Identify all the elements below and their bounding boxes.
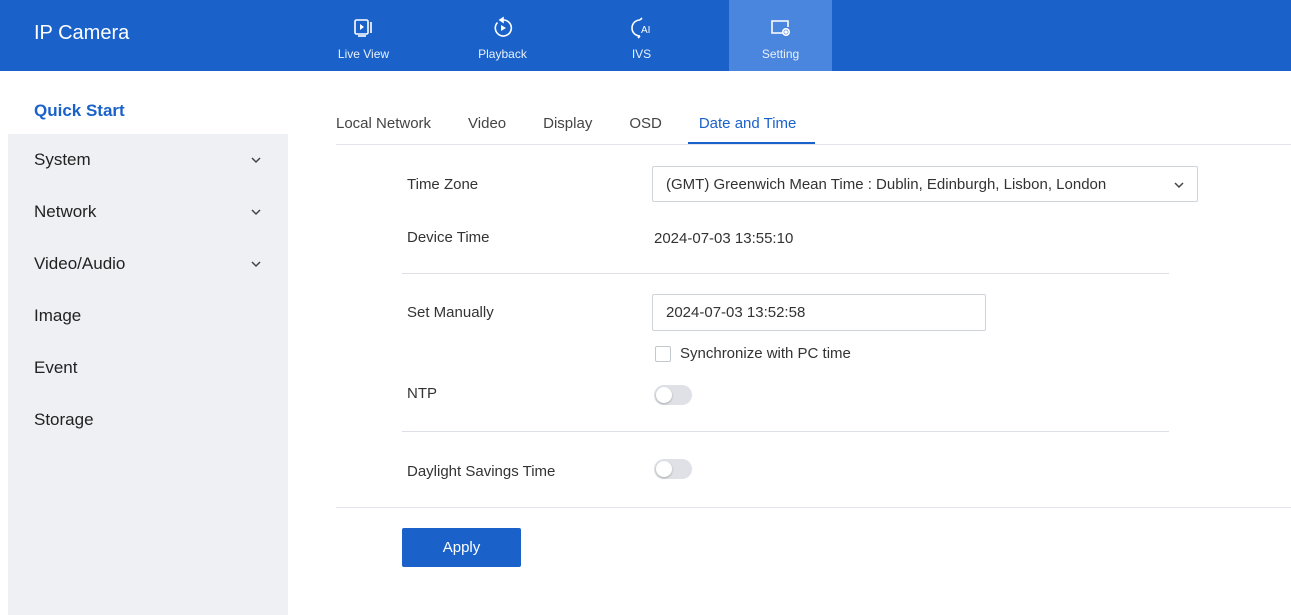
nav-live-view[interactable]: Live View <box>312 0 415 71</box>
settings-tabs: Local Network Video Display OSD Date and… <box>336 110 852 144</box>
svg-text:AI: AI <box>641 25 650 36</box>
chevron-down-icon <box>251 261 261 268</box>
nav-setting-label: Setting <box>761 47 800 61</box>
chevron-down-icon <box>1174 182 1184 189</box>
ntp-toggle[interactable] <box>654 385 692 405</box>
apply-button[interactable]: Apply <box>402 528 521 567</box>
top-nav: Live View Playback AI IVS Setting <box>312 0 868 71</box>
tab-date-and-time[interactable]: Date and Time <box>687 110 816 144</box>
sidebar-item-label: System <box>34 150 91 169</box>
sidebar-item-video-audio[interactable]: Video/Audio <box>8 238 288 290</box>
sidebar-item-label: Event <box>34 358 78 377</box>
chevron-down-icon <box>251 157 261 164</box>
sidebar-item-label: Image <box>34 306 82 325</box>
sidebar: Quick Start System Network Video/Audio I… <box>8 87 288 615</box>
sidebar-item-label: Video/Audio <box>34 254 126 273</box>
tab-divider <box>336 144 1291 145</box>
nav-playback[interactable]: Playback <box>451 0 554 71</box>
sidebar-item-image[interactable]: Image <box>8 290 288 342</box>
app-title: IP Camera <box>34 22 130 44</box>
daylight-savings-toggle[interactable] <box>654 459 692 479</box>
nav-setting[interactable]: Setting <box>729 0 832 71</box>
tab-local-network[interactable]: Local Network <box>336 110 431 144</box>
tab-display[interactable]: Display <box>543 110 592 144</box>
sidebar-item-network[interactable]: Network <box>8 186 288 238</box>
sidebar-item-system[interactable]: System <box>8 134 288 186</box>
nav-ivs[interactable]: AI IVS <box>590 0 693 71</box>
sidebar-item-label: Quick Start <box>34 100 125 120</box>
sidebar-item-event[interactable]: Event <box>8 342 288 394</box>
daylight-savings-label: Daylight Savings Time <box>407 463 556 480</box>
device-time-label: Device Time <box>407 229 490 246</box>
tab-osd[interactable]: OSD <box>629 110 662 144</box>
time-zone-label: Time Zone <box>407 176 479 193</box>
set-manually-label: Set Manually <box>407 304 494 321</box>
set-manually-value: 2024-07-03 13:52:58 <box>666 304 806 321</box>
sync-pc-time-label: Synchronize with PC time <box>680 345 851 362</box>
time-zone-select[interactable]: (GMT) Greenwich Mean Time : Dublin, Edin… <box>652 166 1198 202</box>
section-divider <box>402 431 1169 432</box>
time-zone-value: (GMT) Greenwich Mean Time : Dublin, Edin… <box>666 176 1107 193</box>
tab-video[interactable]: Video <box>468 110 506 144</box>
playback-icon <box>494 16 512 37</box>
sidebar-item-storage[interactable]: Storage <box>8 394 288 446</box>
sidebar-item-label: Storage <box>34 410 94 429</box>
sync-pc-time-checkbox[interactable] <box>655 346 671 362</box>
nav-playback-label: Playback <box>478 47 527 61</box>
live-view-icon <box>353 19 372 37</box>
top-bar: IP Camera Live View Playback AI IVS Sett… <box>0 0 1291 71</box>
footer-divider <box>336 507 1291 508</box>
ntp-label: NTP <box>407 385 437 402</box>
nav-ivs-label: IVS <box>631 47 652 61</box>
chevron-down-icon <box>251 209 261 216</box>
ai-icon: AI <box>630 17 650 39</box>
section-divider <box>402 273 1169 274</box>
device-time-value: 2024-07-03 13:55:10 <box>654 230 794 247</box>
set-manually-input[interactable]: 2024-07-03 13:52:58 <box>652 294 986 331</box>
nav-live-view-label: Live View <box>337 47 390 61</box>
setting-icon <box>770 20 790 37</box>
sidebar-item-label: Network <box>34 202 97 221</box>
sidebar-item-quick-start[interactable]: Quick Start <box>8 87 288 134</box>
